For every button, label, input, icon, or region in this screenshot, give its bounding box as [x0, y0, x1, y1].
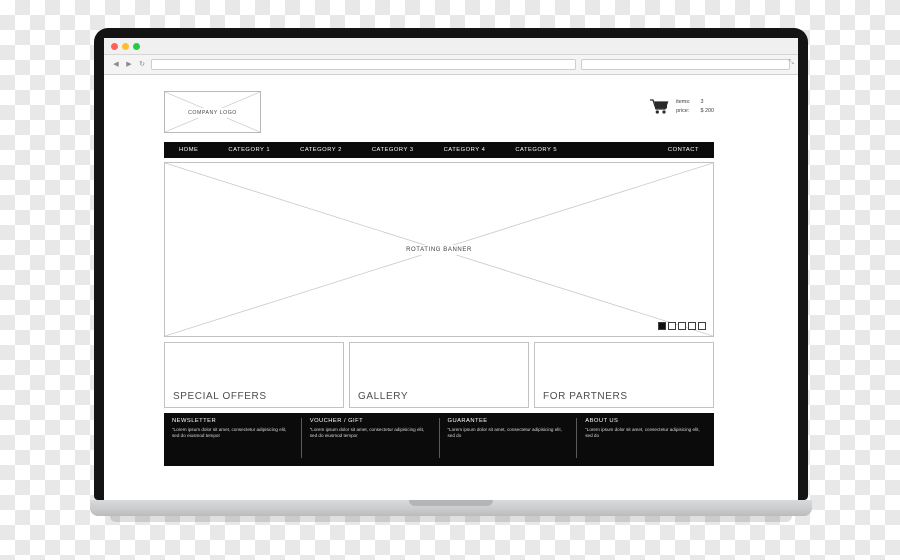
footer-title-newsletter: NEWSLETTER [172, 418, 217, 424]
laptop-mockup: ◀ ▶ ↻ ⤡ COMPANY LOGO items: price: 3 $ 2… [90, 28, 812, 528]
laptop-lid: ◀ ▶ ↻ ⤡ COMPANY LOGO items: price: 3 $ 2… [94, 28, 808, 500]
cart-values: 3 $ 200 [701, 98, 715, 116]
promo-box-for-partners[interactable]: FOR PARTNERS [534, 342, 714, 408]
footer-text-about-us: “Lorem ipsum dolor sit amet, consectetur… [585, 427, 700, 439]
nav-item-category-3[interactable]: CATEGORY 3 [357, 147, 429, 153]
forward-button[interactable]: ▶ [125, 61, 133, 68]
cart-items-label: items: [676, 99, 691, 105]
footer-column-newsletter: NEWSLETTER “Lorem ipsum dolor sit amet, … [164, 418, 301, 458]
nav-item-category-2[interactable]: CATEGORY 2 [285, 147, 357, 153]
banner-label: ROTATING BANNER [400, 244, 478, 255]
promo-label-gallery: GALLERY [358, 391, 409, 402]
laptop-base-shadow [110, 516, 792, 522]
nav-item-category-1[interactable]: CATEGORY 1 [213, 147, 285, 153]
banner-dot-3[interactable] [678, 322, 686, 330]
search-input[interactable] [581, 59, 790, 70]
laptop-screen: ◀ ▶ ↻ ⤡ COMPANY LOGO items: price: 3 $ 2… [104, 38, 798, 500]
footer-column-voucher-gift: VOUCHER / GIFT “Lorem ipsum dolor sit am… [300, 418, 439, 458]
nav-item-contact[interactable]: CONTACT [653, 147, 714, 153]
promo-box-special-offers[interactable]: SPECIAL OFFERS [164, 342, 344, 408]
footer-title-about-us: ABOUT US [585, 418, 619, 424]
footer-title-guarantee: GUARANTEE [447, 418, 488, 424]
webpage-wireframe: COMPANY LOGO items: price: 3 $ 200 HOME … [164, 91, 714, 466]
promo-box-gallery[interactable]: GALLERY [349, 342, 529, 408]
browser-toolbar: ◀ ▶ ↻ [104, 55, 798, 75]
main-navigation: HOME CATEGORY 1 CATEGORY 2 CATEGORY 3 CA… [164, 142, 714, 158]
footer-text-newsletter: “Lorem ipsum dolor sit amet, consectetur… [172, 427, 287, 439]
footer-text-voucher-gift: “Lorem ipsum dolor sit amet, consectetur… [309, 427, 425, 439]
banner-dot-1[interactable] [658, 322, 666, 330]
window-zoom-button[interactable] [133, 42, 140, 50]
promo-label-special-offers: SPECIAL OFFERS [173, 391, 267, 402]
banner-dot-4[interactable] [688, 322, 696, 330]
nav-item-category-5[interactable]: CATEGORY 5 [500, 147, 572, 153]
browser-titlebar [104, 38, 798, 55]
shopping-cart-icon[interactable] [649, 98, 669, 115]
rotating-banner[interactable]: ROTATING BANNER [164, 162, 714, 337]
nav-item-home[interactable]: HOME [164, 147, 213, 153]
laptop-base [90, 500, 812, 516]
cart-labels: items: price: [676, 98, 690, 116]
company-logo-placeholder[interactable]: COMPANY LOGO [164, 91, 261, 133]
promo-box-row: SPECIAL OFFERS GALLERY FOR PARTNERS [164, 342, 714, 408]
window-close-button[interactable] [111, 42, 118, 50]
window-resize-handle[interactable]: ⤡ [788, 59, 794, 66]
webpage-viewport: COMPANY LOGO items: price: 3 $ 200 HOME … [104, 75, 798, 499]
promo-label-for-partners: FOR PARTNERS [543, 391, 628, 402]
shopping-cart-summary[interactable]: items: price: 3 $ 200 [649, 98, 714, 116]
footer-column-guarantee: GUARANTEE “Lorem ipsum dolor sit amet, c… [438, 418, 577, 458]
footer-column-about-us: ABOUT US “Lorem ipsum dolor sit amet, co… [576, 418, 714, 458]
banner-dot-2[interactable] [668, 322, 676, 330]
cart-items-value: 3 [700, 99, 704, 105]
window-minimize-button[interactable] [122, 42, 129, 50]
reload-button[interactable]: ↻ [138, 61, 146, 68]
cart-price-value: $ 200 [700, 108, 715, 114]
banner-dot-5[interactable] [698, 322, 706, 330]
browser-window: ◀ ▶ ↻ ⤡ COMPANY LOGO items: price: 3 $ 2… [104, 38, 798, 500]
footer-title-voucher-gift: VOUCHER / GIFT [309, 418, 364, 424]
cart-price-label: price: [676, 108, 690, 114]
company-logo-text: COMPANY LOGO [181, 108, 244, 118]
footer-text-guarantee: “Lorem ipsum dolor sit amet, consectetur… [447, 427, 562, 439]
site-footer: NEWSLETTER “Lorem ipsum dolor sit amet, … [164, 413, 714, 466]
cart-text-block: items: price: 3 $ 200 [676, 98, 714, 116]
nav-item-category-4[interactable]: CATEGORY 4 [429, 147, 501, 153]
laptop-base-notch [409, 500, 493, 506]
back-button[interactable]: ◀ [112, 61, 120, 68]
address-bar-input[interactable] [151, 59, 576, 70]
banner-pagination [658, 322, 706, 330]
